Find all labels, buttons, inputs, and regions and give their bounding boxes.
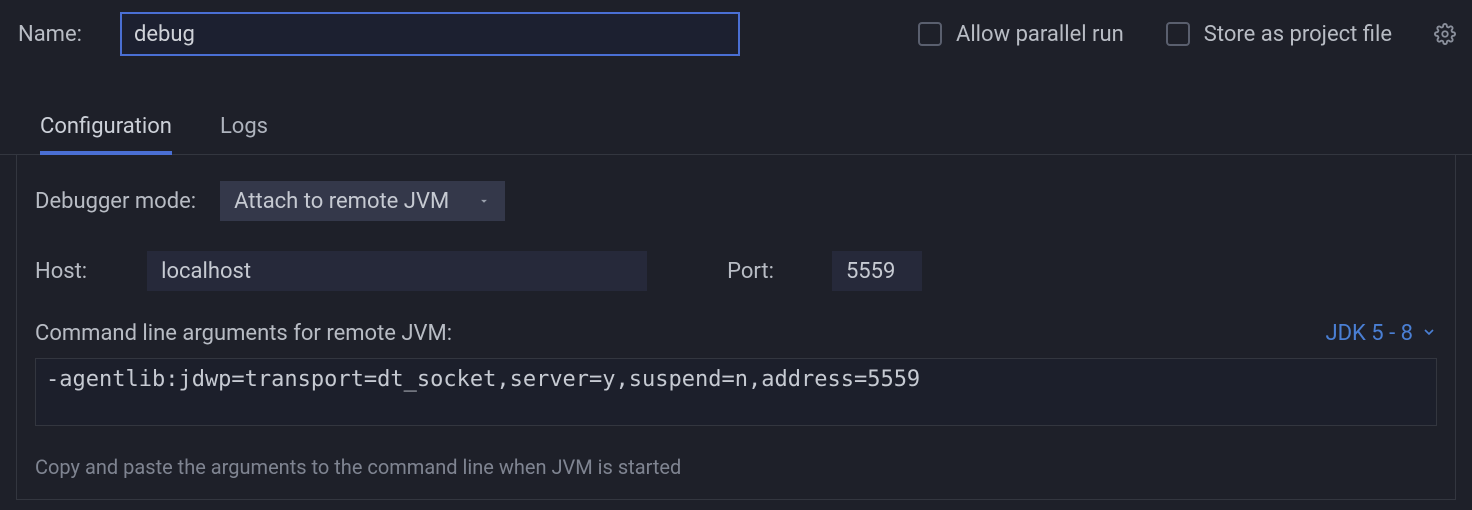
tabs: Configuration Logs <box>0 56 1472 155</box>
chevron-down-icon <box>477 189 491 213</box>
tab-configuration[interactable]: Configuration <box>40 114 172 155</box>
debugger-mode-label: Debugger mode: <box>35 189 196 214</box>
cmdline-args-label: Command line arguments for remote JVM: <box>35 321 452 346</box>
host-input[interactable] <box>147 251 647 291</box>
tab-logs[interactable]: Logs <box>220 114 268 155</box>
allow-parallel-label: Allow parallel run <box>956 22 1124 47</box>
debugger-mode-select[interactable]: Attach to remote JVM <box>220 181 505 221</box>
store-project-checkbox[interactable]: Store as project file <box>1166 22 1392 47</box>
checkbox-icon <box>918 22 942 46</box>
port-input[interactable] <box>832 251 922 291</box>
port-label: Port: <box>727 259 774 284</box>
cmdline-args-textarea[interactable] <box>35 358 1437 426</box>
gear-icon[interactable] <box>1434 23 1456 45</box>
debugger-mode-value: Attach to remote JVM <box>234 189 449 214</box>
host-label: Host: <box>35 259 87 284</box>
chevron-down-icon <box>1421 321 1437 346</box>
jdk-version-value: JDK 5 - 8 <box>1325 321 1413 346</box>
name-input[interactable] <box>120 12 740 56</box>
name-label: Name: <box>18 22 82 47</box>
jdk-version-select[interactable]: JDK 5 - 8 <box>1325 321 1437 346</box>
store-project-label: Store as project file <box>1204 22 1392 47</box>
checkbox-icon <box>1166 22 1190 46</box>
allow-parallel-checkbox[interactable]: Allow parallel run <box>918 22 1124 47</box>
cmdline-hint: Copy and paste the arguments to the comm… <box>35 455 1437 479</box>
